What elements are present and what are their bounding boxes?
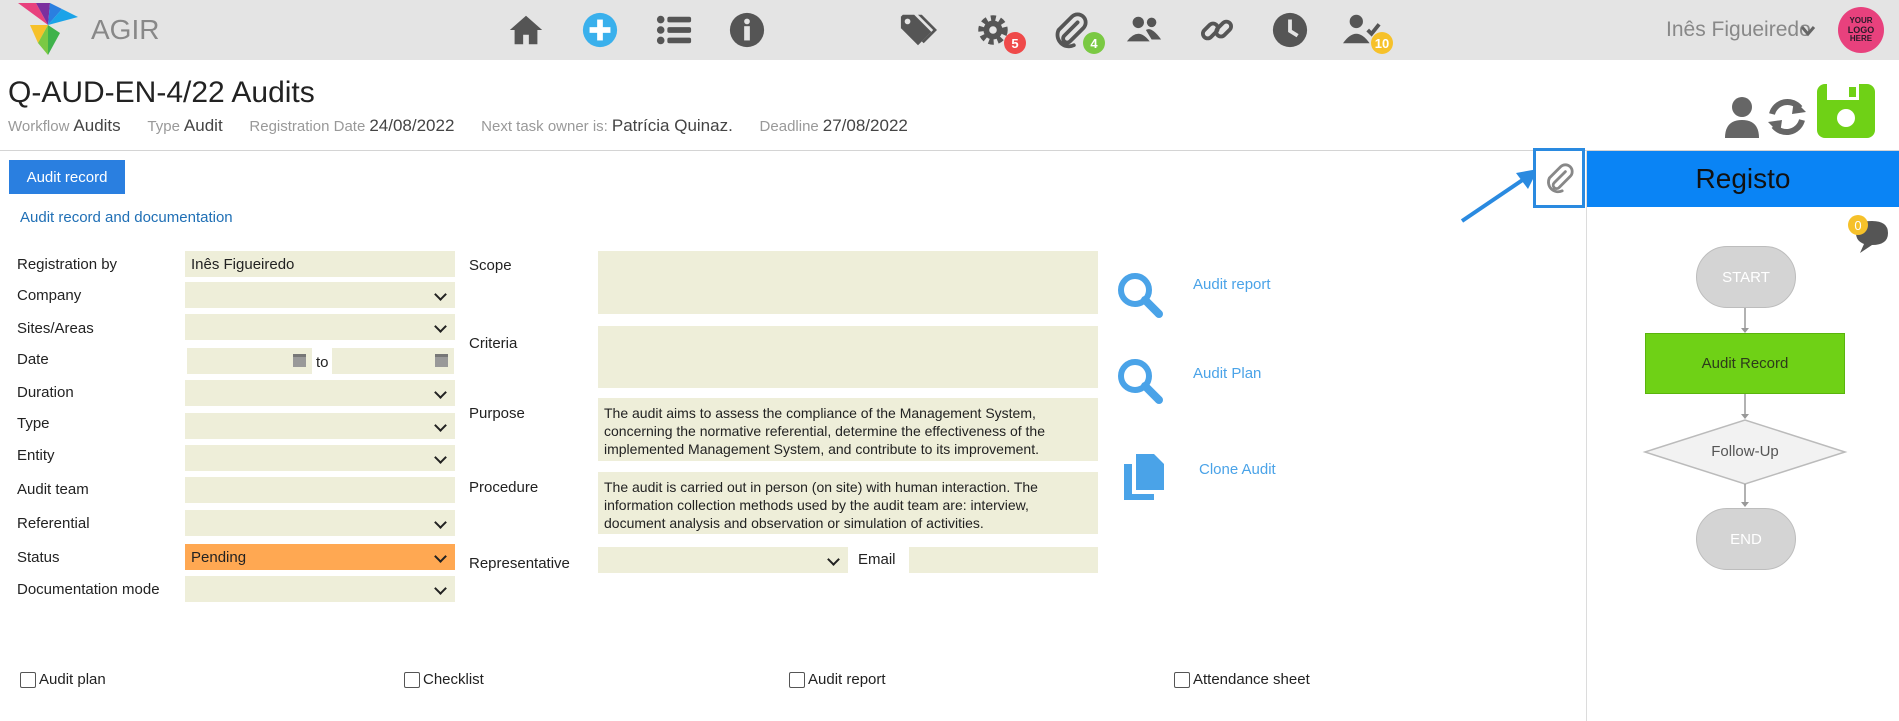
- documentation-mode-select[interactable]: [185, 576, 455, 602]
- checkbox[interactable]: [1174, 671, 1190, 688]
- entity-select[interactable]: [185, 445, 455, 471]
- label-criteria: Criteria: [469, 335, 518, 352]
- type-select[interactable]: [185, 413, 455, 439]
- label-duration: Duration: [17, 384, 74, 401]
- agir-logo[interactable]: [18, 3, 78, 55]
- checkbox[interactable]: [789, 671, 805, 688]
- flow-start-node: START: [1696, 246, 1796, 308]
- checkbox-audit-report[interactable]: Audit report: [789, 671, 886, 688]
- label-referential: Referential: [17, 515, 90, 532]
- flow-end-node: END: [1696, 508, 1796, 570]
- person-icon[interactable]: [1723, 96, 1761, 138]
- list-icon[interactable]: [654, 10, 694, 50]
- page-title: Q-AUD-EN-4/22 Audits: [8, 76, 315, 109]
- app-name: AGIR: [91, 14, 160, 45]
- refresh-icon[interactable]: [1766, 96, 1808, 138]
- date-to-input[interactable]: [332, 348, 454, 374]
- tasks-badge: 10: [1371, 32, 1393, 54]
- email-field[interactable]: [909, 547, 1098, 573]
- checkbox-checklist[interactable]: Checklist: [404, 671, 484, 688]
- user-name[interactable]: Inês Figueiredo: [1666, 18, 1811, 42]
- purpose-textarea[interactable]: The audit aims to assess the compliance …: [598, 398, 1098, 461]
- scope-textarea[interactable]: [598, 251, 1098, 314]
- section-link-audit-record[interactable]: Audit record and documentation: [20, 209, 233, 226]
- home-icon[interactable]: [506, 10, 546, 50]
- clock-icon[interactable]: [1270, 10, 1310, 50]
- label-email: Email: [858, 551, 896, 568]
- label-date-to: to: [316, 354, 329, 371]
- audit-plan-link[interactable]: Audit Plan: [1193, 365, 1261, 382]
- date-from-input[interactable]: [187, 348, 312, 374]
- representative-select[interactable]: [598, 547, 848, 573]
- checkbox[interactable]: [20, 671, 36, 688]
- audit-team-field[interactable]: [185, 477, 455, 503]
- checkbox[interactable]: [404, 671, 420, 688]
- status-select[interactable]: Pending: [185, 544, 455, 570]
- label-date: Date: [17, 351, 49, 368]
- calendar-icon[interactable]: [435, 354, 448, 367]
- magnifier-icon[interactable]: [1115, 270, 1165, 320]
- sites-areas-select[interactable]: [185, 314, 455, 340]
- save-icon[interactable]: [1815, 82, 1877, 140]
- tags-icon[interactable]: [898, 10, 938, 50]
- calendar-icon[interactable]: [293, 354, 306, 367]
- label-registration-by: Registration by: [17, 256, 118, 273]
- label-documentation-mode: Documentation mode: [17, 581, 160, 598]
- panel-divider: [1586, 150, 1587, 721]
- top-bar: AGIR 5 4 10 Inês Figueiredo YOUR LOGO HE…: [0, 0, 1899, 60]
- label-procedure: Procedure: [469, 479, 539, 496]
- flow-task-audit-record[interactable]: Audit Record: [1645, 333, 1845, 394]
- info-icon[interactable]: [727, 10, 767, 50]
- procedure-textarea[interactable]: The audit is carried out in person (on s…: [598, 472, 1098, 534]
- checkbox-audit-plan[interactable]: Audit plan: [20, 671, 106, 688]
- label-company: Company: [17, 287, 82, 304]
- panel-title: Registo: [1587, 151, 1899, 207]
- paperclip-icon: [1547, 163, 1574, 194]
- label-scope: Scope: [469, 257, 512, 274]
- audit-record-tab-button[interactable]: Audit record: [9, 160, 125, 194]
- label-audit-team: Audit team: [17, 481, 89, 498]
- clone-audit-link[interactable]: Clone Audit: [1199, 461, 1276, 478]
- attachments-button[interactable]: [1533, 148, 1585, 208]
- settings-badge: 5: [1004, 32, 1026, 54]
- company-select[interactable]: [185, 282, 455, 308]
- criteria-textarea[interactable]: [598, 326, 1098, 388]
- label-status: Status: [17, 549, 60, 566]
- label-representative: Representative: [469, 555, 570, 572]
- chat-count-badge: 0: [1848, 215, 1868, 235]
- audit-report-link[interactable]: Audit report: [1193, 276, 1271, 293]
- referential-select[interactable]: [185, 510, 455, 536]
- copy-icon[interactable]: [1122, 452, 1166, 502]
- flow-decision-follow-up[interactable]: Follow-Up: [1645, 443, 1845, 460]
- add-circle-icon[interactable]: [580, 10, 620, 50]
- record-meta: Workflow Audits Type Audit Registration Da…: [8, 116, 908, 135]
- attachments-badge: 4: [1083, 32, 1105, 54]
- label-sites-areas: Sites/Areas: [17, 320, 94, 337]
- label-type: Type: [17, 415, 50, 432]
- checkbox-attendance-sheet[interactable]: Attendance sheet: [1174, 671, 1310, 688]
- chevron-down-icon[interactable]: [1800, 24, 1816, 38]
- magnifier-icon[interactable]: [1115, 356, 1165, 406]
- users-icon[interactable]: [1124, 10, 1164, 50]
- label-purpose: Purpose: [469, 405, 525, 422]
- label-entity: Entity: [17, 447, 55, 464]
- link-icon[interactable]: [1197, 10, 1237, 50]
- duration-select[interactable]: [185, 380, 455, 406]
- company-logo-avatar[interactable]: YOUR LOGO HERE: [1838, 7, 1884, 53]
- registration-by-field[interactable]: Inês Figueiredo: [185, 251, 455, 277]
